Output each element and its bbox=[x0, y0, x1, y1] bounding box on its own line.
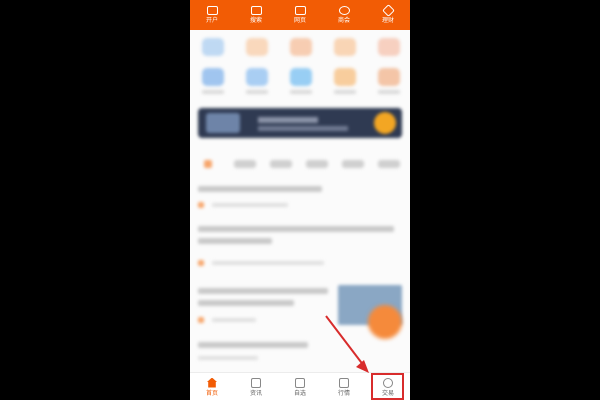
annotation-arrow bbox=[325, 315, 369, 373]
arrow-head bbox=[356, 360, 369, 373]
arrow-shaft bbox=[325, 315, 365, 367]
